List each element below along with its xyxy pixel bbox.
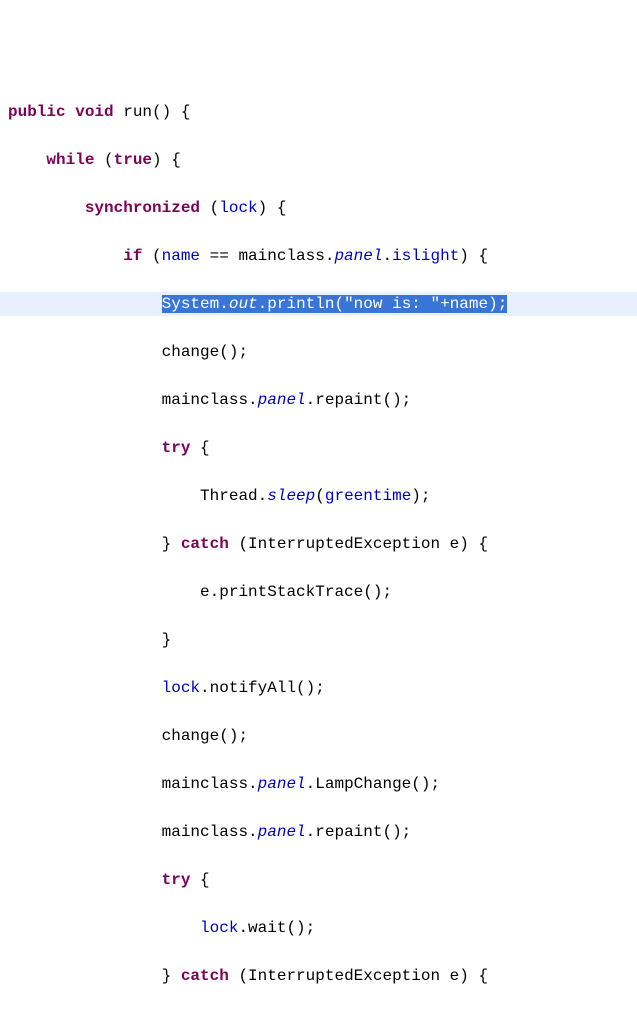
code-line-7[interactable]: mainclass.panel.repaint(); [8,388,629,412]
code-line-3[interactable]: synchronized (lock) { [8,196,629,220]
field-panel: panel [258,391,306,409]
field-panel: panel [258,823,306,841]
code-line-11[interactable]: e.printStackTrace(); [8,580,629,604]
code-line-16[interactable]: mainclass.panel.repaint(); [8,820,629,844]
keyword-public: public [8,103,66,121]
field-lock: lock [219,199,257,217]
method-sleep: sleep [267,487,315,505]
field-panel: panel [258,775,306,793]
code-line-10[interactable]: } catch (InterruptedException e) { [8,532,629,556]
code-line-4[interactable]: if (name == mainclass.panel.islight) { [8,244,629,268]
code-line-5-highlighted[interactable]: System.out.println("now is: "+name); [0,292,637,316]
field-greentime: greentime [325,487,411,505]
field-lock: lock [162,679,200,697]
code-line-8[interactable]: try { [8,436,629,460]
field-panel: panel [334,247,382,265]
keyword-while: while [46,151,94,169]
code-line-19[interactable]: } catch (InterruptedException e) { [8,964,629,988]
keyword-true: true [114,151,152,169]
keyword-try: try [162,871,191,889]
code-line-12[interactable]: } [8,628,629,652]
code-line-6[interactable]: change(); [8,340,629,364]
field-islight: islight [392,247,459,265]
field-lock: lock [200,919,238,937]
code-line-9[interactable]: Thread.sleep(greentime); [8,484,629,508]
keyword-try: try [162,439,191,457]
code-line-14[interactable]: change(); [8,724,629,748]
code-line-15[interactable]: mainclass.panel.LampChange(); [8,772,629,796]
field-name: name [450,295,488,313]
keyword-if: if [123,247,142,265]
code-line-1[interactable]: public void run() { [8,100,629,124]
string-literal: "now is: " [344,295,440,313]
code-line-13[interactable]: lock.notifyAll(); [8,676,629,700]
keyword-synchronized: synchronized [85,199,200,217]
code-line-2[interactable]: while (true) { [8,148,629,172]
selection: System.out.println("now is: "+name); [162,295,508,313]
code-line-17[interactable]: try { [8,868,629,892]
keyword-catch: catch [181,967,229,985]
code-line-18[interactable]: lock.wait(); [8,916,629,940]
keyword-catch: catch [181,535,229,553]
field-out: out [229,295,258,313]
field-name: name [162,247,200,265]
keyword-void: void [75,103,113,121]
